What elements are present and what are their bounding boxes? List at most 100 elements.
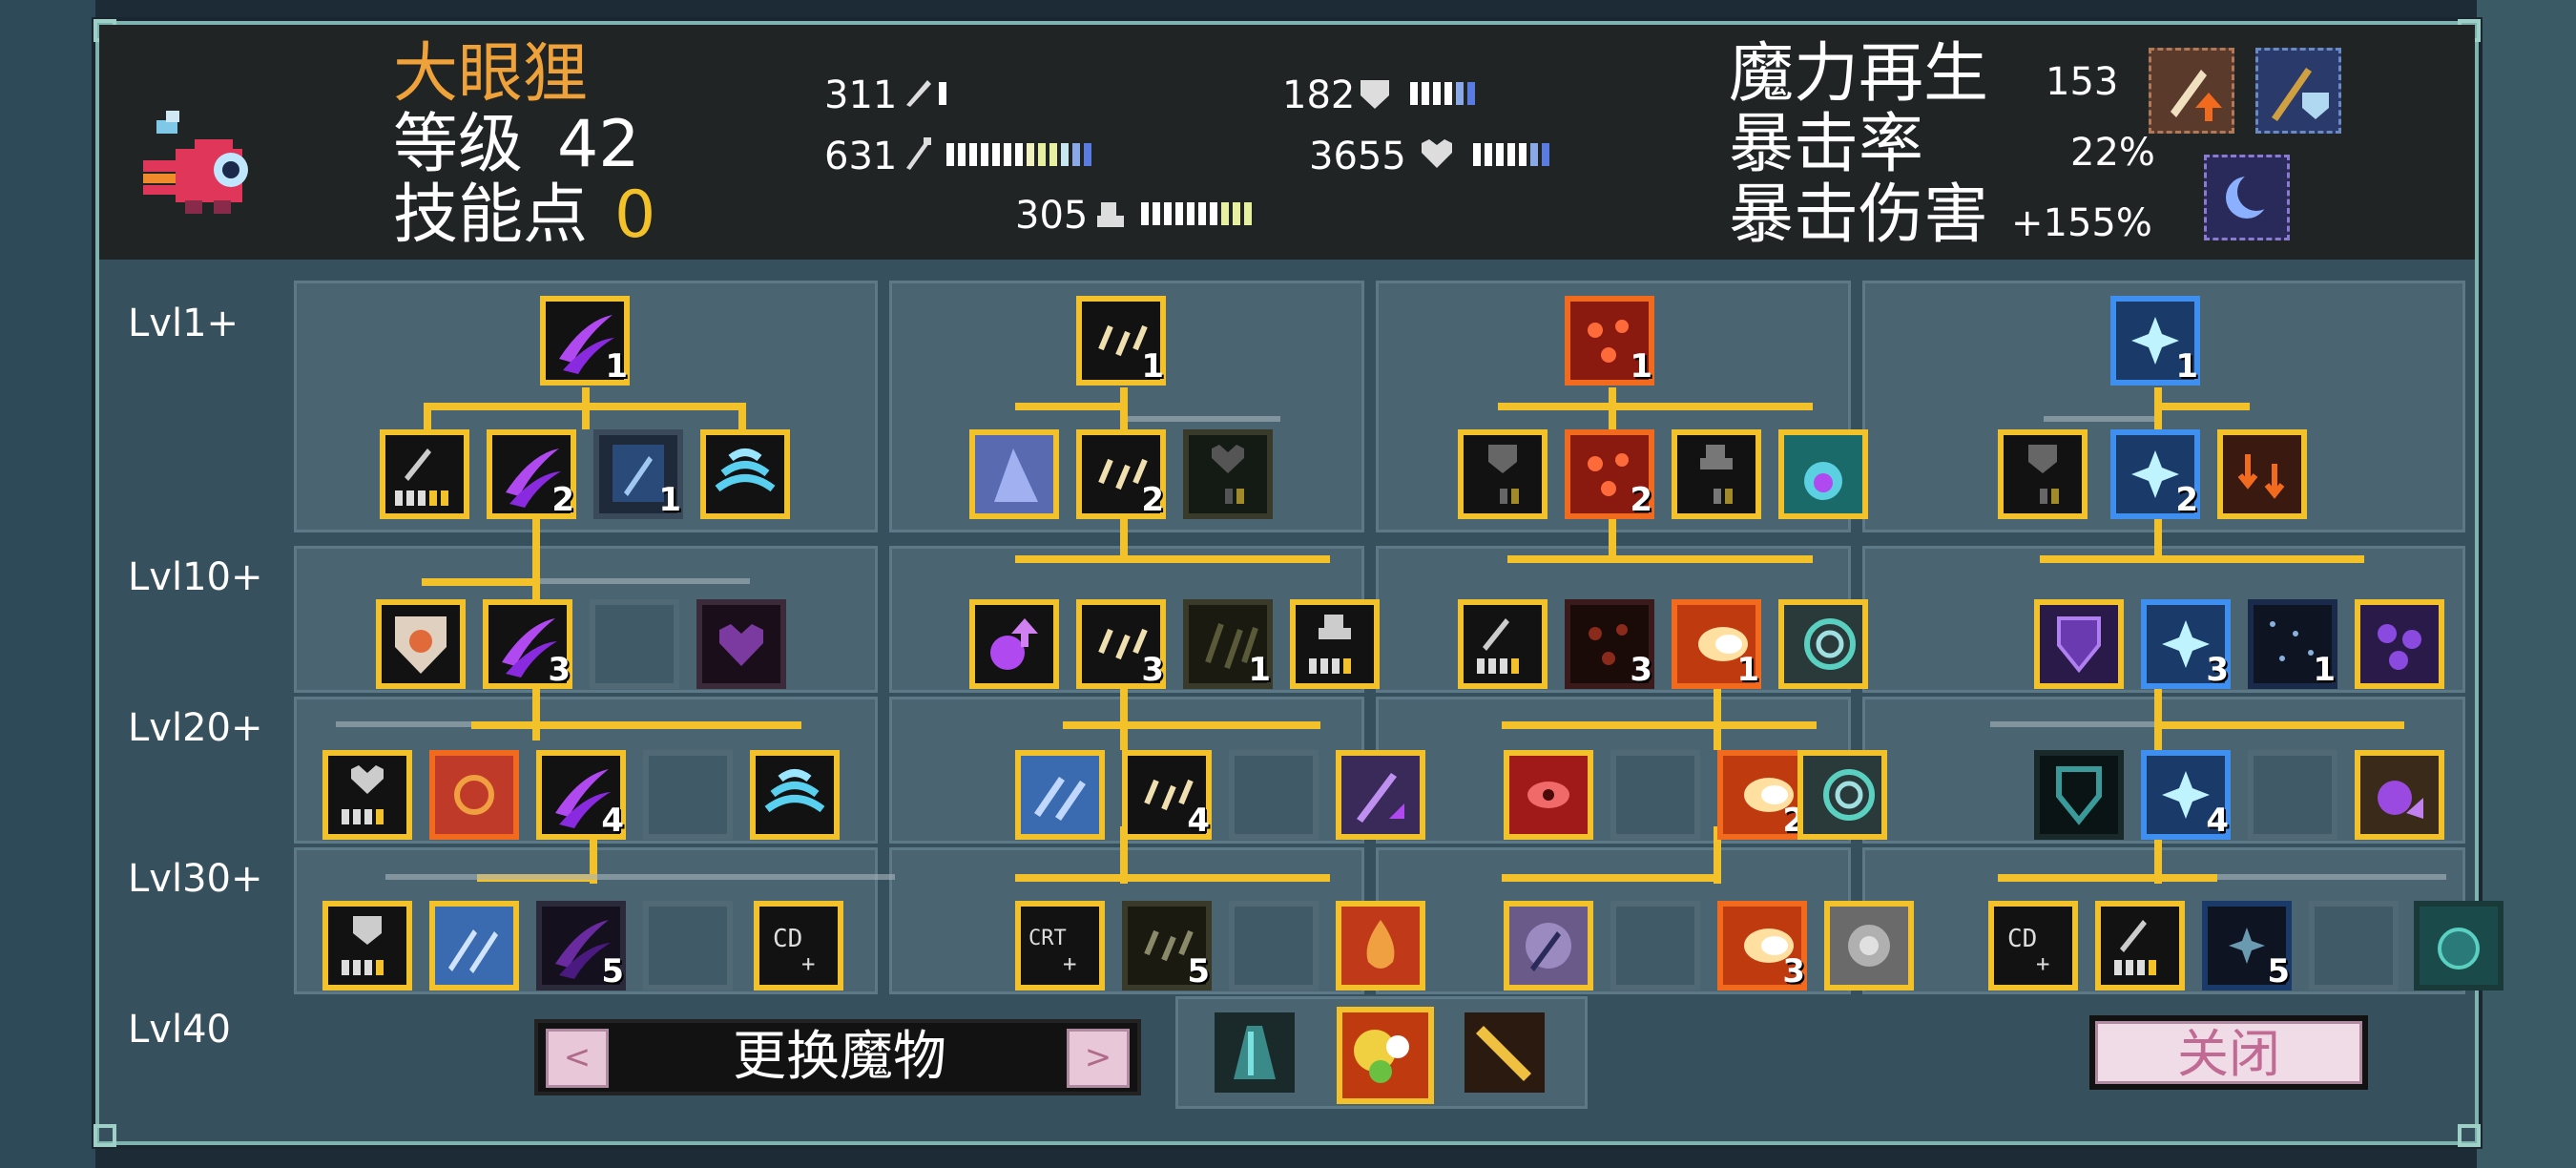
skill-node-embers[interactable]: 1 [1565, 296, 1654, 386]
skill-node-wave-2[interactable] [750, 750, 840, 840]
skill-node-storm[interactable] [1824, 901, 1914, 991]
skill-node-def-3[interactable] [1998, 429, 2088, 519]
svg-text:+: + [1063, 950, 1076, 977]
skill-node-claw-2[interactable]: 2 [487, 429, 576, 519]
skill-node-cooldown-2[interactable]: CD + [1988, 901, 2078, 991]
skill-node-locked[interactable] [2248, 750, 2337, 840]
skill-node-heart[interactable] [696, 599, 786, 689]
skill-node-speed-2[interactable] [1672, 429, 1761, 519]
skill-node-locked[interactable] [1229, 750, 1319, 840]
skill-node-fire-arrows[interactable] [2217, 429, 2307, 519]
skill-node-star-2[interactable]: 2 [2110, 429, 2200, 519]
skill-node-lines-4[interactable]: 4 [1122, 750, 1212, 840]
skill-node-claw[interactable]: 1 [540, 296, 630, 386]
skill-node-locked[interactable] [2309, 901, 2399, 991]
skill-node-claw-5[interactable]: 5 [536, 901, 626, 991]
skill-node-locked[interactable] [590, 599, 679, 689]
skill-node-orbs[interactable] [2355, 599, 2444, 689]
frame-corner [2458, 1124, 2481, 1147]
switch-monster-bar: < 更换魔物 > [534, 1019, 1141, 1095]
crit-rate-value: 22% [2070, 131, 2155, 175]
skill-node-locked[interactable] [643, 901, 733, 991]
skill-node-locked[interactable] [1610, 750, 1700, 840]
skill-node-locked[interactable] [1610, 901, 1700, 991]
skill-node-double-cloak[interactable] [1015, 750, 1105, 840]
svg-text:CRT: CRT [1028, 927, 1067, 950]
skill-node-lines[interactable]: 1 [1076, 296, 1166, 386]
skill-node-cloak[interactable] [969, 429, 1059, 519]
shield-icon [1361, 80, 1389, 109]
equip-slot-accessory[interactable] [2204, 155, 2290, 240]
skill-node-potion[interactable] [1778, 429, 1868, 519]
skill-node-lines-3[interactable]: 3 [1076, 599, 1166, 689]
skill-node-double-staff[interactable] [429, 901, 519, 991]
skill-level: 1 [1630, 347, 1652, 386]
skill-node-fireball-3[interactable]: 3 [1717, 901, 1807, 991]
skill-node-claw-4[interactable]: 4 [536, 750, 626, 840]
switch-monster-label[interactable]: 更换魔物 [649, 1023, 1030, 1092]
crit-rate-label: 暴击率 [1729, 107, 1924, 182]
potion-icon [1784, 435, 1862, 513]
skill-node-lines-5[interactable]: 5 [1122, 901, 1212, 991]
skill-node-star-3[interactable]: 3 [2141, 599, 2231, 689]
next-monster-button[interactable]: > [1067, 1029, 1130, 1088]
skill-node-locked[interactable] [1229, 901, 1319, 991]
skill-node-def[interactable] [322, 901, 412, 991]
skill-node-eye[interactable] [1504, 750, 1593, 840]
attack-value: 311 [824, 73, 898, 117]
skill-node-fire-drop[interactable] [1336, 901, 1425, 991]
skill-node-hp-2[interactable] [1183, 429, 1273, 519]
skill-node-magic-atk-2[interactable] [1458, 599, 1548, 689]
skill-node-fireball[interactable]: 1 [1672, 599, 1761, 689]
level-row-label: Lvl40 [128, 1008, 231, 1052]
skill-node-speed[interactable] [1290, 599, 1380, 689]
skill-node-vortex[interactable] [1778, 599, 1868, 689]
skill-node-potion-purple[interactable] [2355, 750, 2444, 840]
skill-node-embers-2[interactable]: 2 [1565, 429, 1654, 519]
skill-node-staff-purple[interactable] [1336, 750, 1425, 840]
ability-slot-2[interactable] [1337, 1007, 1434, 1104]
skill-node-teal-orb[interactable] [2414, 901, 2503, 991]
skill-node-def-2[interactable] [1458, 429, 1548, 519]
skill-node-star[interactable]: 1 [2110, 296, 2200, 386]
skill-node-fireball-2[interactable]: 2 [1717, 750, 1807, 840]
skill-node-dots[interactable]: 3 [1565, 599, 1654, 689]
skill-node-magic-atk[interactable] [380, 429, 469, 519]
level-row-label: Lvl30+ [128, 857, 263, 901]
skill-level: 1 [1248, 651, 1271, 689]
eye-icon [1509, 756, 1588, 834]
staff-bars-icon [2114, 920, 2156, 975]
skill-node-dark-lines[interactable]: 1 [1183, 599, 1273, 689]
level-row-label: Lvl20+ [128, 706, 263, 750]
skill-node-blue-staff[interactable]: 1 [593, 429, 683, 519]
skill-node-wave[interactable] [700, 429, 790, 519]
double-staff-icon [1021, 756, 1099, 834]
skill-node-vortex-2[interactable] [1797, 750, 1887, 840]
skill-node-rain[interactable]: 1 [2248, 599, 2337, 689]
skill-level: 1 [605, 347, 628, 386]
equip-slot-armor[interactable] [2255, 48, 2341, 134]
skill-level: 3 [1141, 651, 1164, 689]
close-button[interactable]: 关闭 [2095, 1021, 2362, 1084]
skill-node-star-5[interactable]: 5 [2202, 901, 2292, 991]
ability-slot-3[interactable] [1465, 1012, 1545, 1093]
skill-node-hp[interactable] [322, 750, 412, 840]
ability-slot-1[interactable] [1215, 1012, 1295, 1093]
skill-node-cooldown[interactable]: CD + [754, 901, 843, 991]
skill-node-lines-2[interactable]: 2 [1076, 429, 1166, 519]
skill-node-locked[interactable] [643, 750, 733, 840]
skill-node-target[interactable] [429, 750, 519, 840]
skill-node-shield[interactable] [376, 599, 466, 689]
skill-node-orb-staff[interactable] [1504, 901, 1593, 991]
skill-node-speed-up[interactable] [969, 599, 1059, 689]
skill-node-magic-atk-3[interactable] [2095, 901, 2185, 991]
skill-level: 4 [1187, 802, 1210, 840]
skill-node-claw-3[interactable]: 3 [483, 599, 572, 689]
prev-monster-button[interactable]: < [546, 1029, 609, 1088]
skill-node-crit[interactable]: CRT + [1015, 901, 1105, 991]
teal-orb-icon [2420, 907, 2498, 985]
skill-node-purple-shield[interactable] [2034, 599, 2124, 689]
skill-node-teal-shield[interactable] [2034, 750, 2124, 840]
skill-node-star-4[interactable]: 4 [2141, 750, 2231, 840]
equip-slot-weapon[interactable] [2149, 48, 2234, 134]
